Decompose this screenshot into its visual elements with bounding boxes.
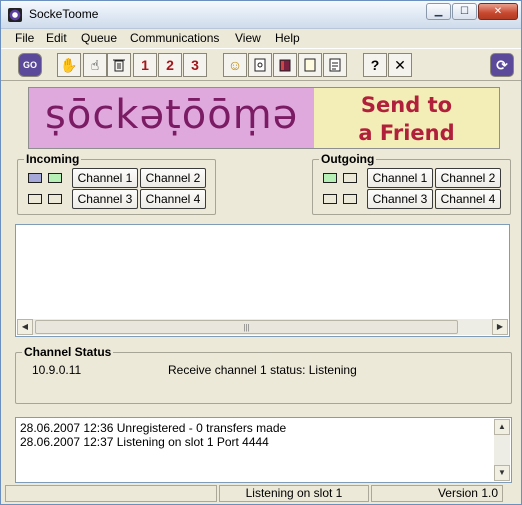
outgoing-channel-1-button[interactable]: Channel 1 bbox=[367, 168, 433, 188]
incoming-label: Incoming bbox=[24, 152, 82, 166]
ad-line-2: a Friend bbox=[358, 121, 455, 145]
log-line: 28.06.2007 12:37 Listening on slot 1 Por… bbox=[20, 435, 269, 449]
outgoing-indicator-1 bbox=[323, 173, 337, 183]
sockettoome-logo: ṣōckəṭōōṃə bbox=[29, 88, 314, 148]
scroll-up-button[interactable]: ▲ bbox=[494, 419, 510, 435]
book-icon[interactable] bbox=[273, 53, 297, 77]
hand-stop-icon[interactable]: ✋ bbox=[57, 53, 81, 77]
incoming-indicator-3 bbox=[28, 194, 42, 204]
scroll-left-button[interactable]: ◀ bbox=[17, 319, 33, 335]
outgoing-channel-4-button[interactable]: Channel 4 bbox=[435, 189, 501, 209]
incoming-indicator-2 bbox=[48, 173, 62, 183]
trash-icon[interactable] bbox=[107, 53, 131, 77]
document-icon[interactable] bbox=[323, 53, 347, 77]
incoming-channel-1-button[interactable]: Channel 1 bbox=[72, 168, 138, 188]
incoming-channel-3-button[interactable]: Channel 3 bbox=[72, 189, 138, 209]
go-button[interactable]: GO bbox=[18, 53, 42, 77]
refresh-icon[interactable]: ⟳ bbox=[490, 53, 514, 77]
incoming-channel-2-button[interactable]: Channel 2 bbox=[140, 168, 206, 188]
menu-help[interactable]: Help bbox=[275, 31, 300, 45]
outgoing-indicator-4 bbox=[343, 194, 357, 204]
channel-2-button[interactable]: 2 bbox=[158, 53, 182, 77]
log-lines: 28.06.2007 12:36 Unregistered - 0 transf… bbox=[20, 421, 286, 449]
incoming-group: Incoming Channel 1 Channel 2 Channel 3 C… bbox=[17, 152, 216, 215]
window-title: SockeToome bbox=[29, 7, 99, 21]
status-bar: Listening on slot 1 Version 1.0 bbox=[1, 484, 521, 504]
outgoing-indicator-3 bbox=[323, 194, 337, 204]
scroll-down-button[interactable]: ▼ bbox=[494, 465, 510, 481]
scroll-right-button[interactable]: ▶ bbox=[492, 319, 508, 335]
ad-line-1: Send to bbox=[360, 93, 453, 117]
incoming-indicator-4 bbox=[48, 194, 62, 204]
status-version: Version 1.0 bbox=[371, 485, 503, 502]
menu-view[interactable]: View bbox=[235, 31, 261, 45]
status-ip: 10.9.0.11 bbox=[32, 363, 82, 377]
toolbar: GO ✋ ☝ 1 2 3 ☺ ? ✕ ⟳ bbox=[1, 48, 521, 81]
log-box[interactable]: 28.06.2007 12:36 Unregistered - 0 transf… bbox=[15, 417, 512, 483]
status-listening: Listening on slot 1 bbox=[219, 485, 369, 502]
send-to-friend-ad[interactable]: Send to a Friend bbox=[314, 88, 499, 148]
outgoing-group: Outgoing Channel 1 Channel 2 Channel 3 C… bbox=[312, 152, 511, 215]
channel-status-group: Channel Status 10.9.0.11 Receive channel… bbox=[15, 345, 512, 404]
exit-button[interactable]: ✕ bbox=[388, 53, 412, 77]
pointer-hand-icon[interactable]: ☝ bbox=[83, 53, 107, 77]
outgoing-label: Outgoing bbox=[319, 152, 377, 166]
log-vscrollbar[interactable]: ▲ ▼ bbox=[494, 419, 510, 481]
title-bar: SockeToome ▁ ☐ ✕ bbox=[1, 1, 521, 29]
log-line: 28.06.2007 12:36 Unregistered - 0 transf… bbox=[20, 421, 287, 435]
menu-file[interactable]: File bbox=[15, 31, 34, 45]
menu-bar: File Edit Queue Communications View Help bbox=[1, 29, 521, 47]
settings-sheet-icon[interactable] bbox=[248, 53, 272, 77]
smiley-icon[interactable]: ☺ bbox=[223, 53, 247, 77]
outgoing-channel-3-button[interactable]: Channel 3 bbox=[367, 189, 433, 209]
outgoing-indicator-2 bbox=[343, 173, 357, 183]
menu-communications[interactable]: Communications bbox=[130, 31, 219, 45]
transfer-list[interactable]: ◀ ||| ▶ bbox=[15, 224, 510, 337]
menu-queue[interactable]: Queue bbox=[81, 31, 117, 45]
help-button[interactable]: ? bbox=[363, 53, 387, 77]
channel-1-button[interactable]: 1 bbox=[133, 53, 157, 77]
hscroll-thumb[interactable]: ||| bbox=[35, 320, 458, 334]
incoming-channel-4-button[interactable]: Channel 4 bbox=[140, 189, 206, 209]
status-message: Receive channel 1 status: Listening bbox=[168, 363, 357, 377]
close-window-button[interactable]: ✕ bbox=[478, 3, 518, 20]
transfer-list-hscrollbar[interactable]: ◀ ||| ▶ bbox=[17, 319, 508, 335]
outgoing-channel-2-button[interactable]: Channel 2 bbox=[435, 168, 501, 188]
channel-3-button[interactable]: 3 bbox=[183, 53, 207, 77]
logo-text: ṣōckəṭōōṃə bbox=[45, 92, 299, 138]
maximize-button[interactable]: ☐ bbox=[452, 3, 477, 20]
note-icon[interactable] bbox=[298, 53, 322, 77]
status-panel-left bbox=[5, 485, 217, 502]
menu-edit[interactable]: Edit bbox=[46, 31, 67, 45]
banner[interactable]: ṣōckəṭōōṃə Send to a Friend bbox=[28, 87, 500, 149]
channel-status-label: Channel Status bbox=[22, 345, 114, 359]
app-window: SockeToome ▁ ☐ ✕ File Edit Queue Communi… bbox=[0, 0, 522, 505]
minimize-button[interactable]: ▁ bbox=[426, 3, 451, 20]
incoming-indicator-1 bbox=[28, 173, 42, 183]
app-icon bbox=[8, 8, 22, 22]
